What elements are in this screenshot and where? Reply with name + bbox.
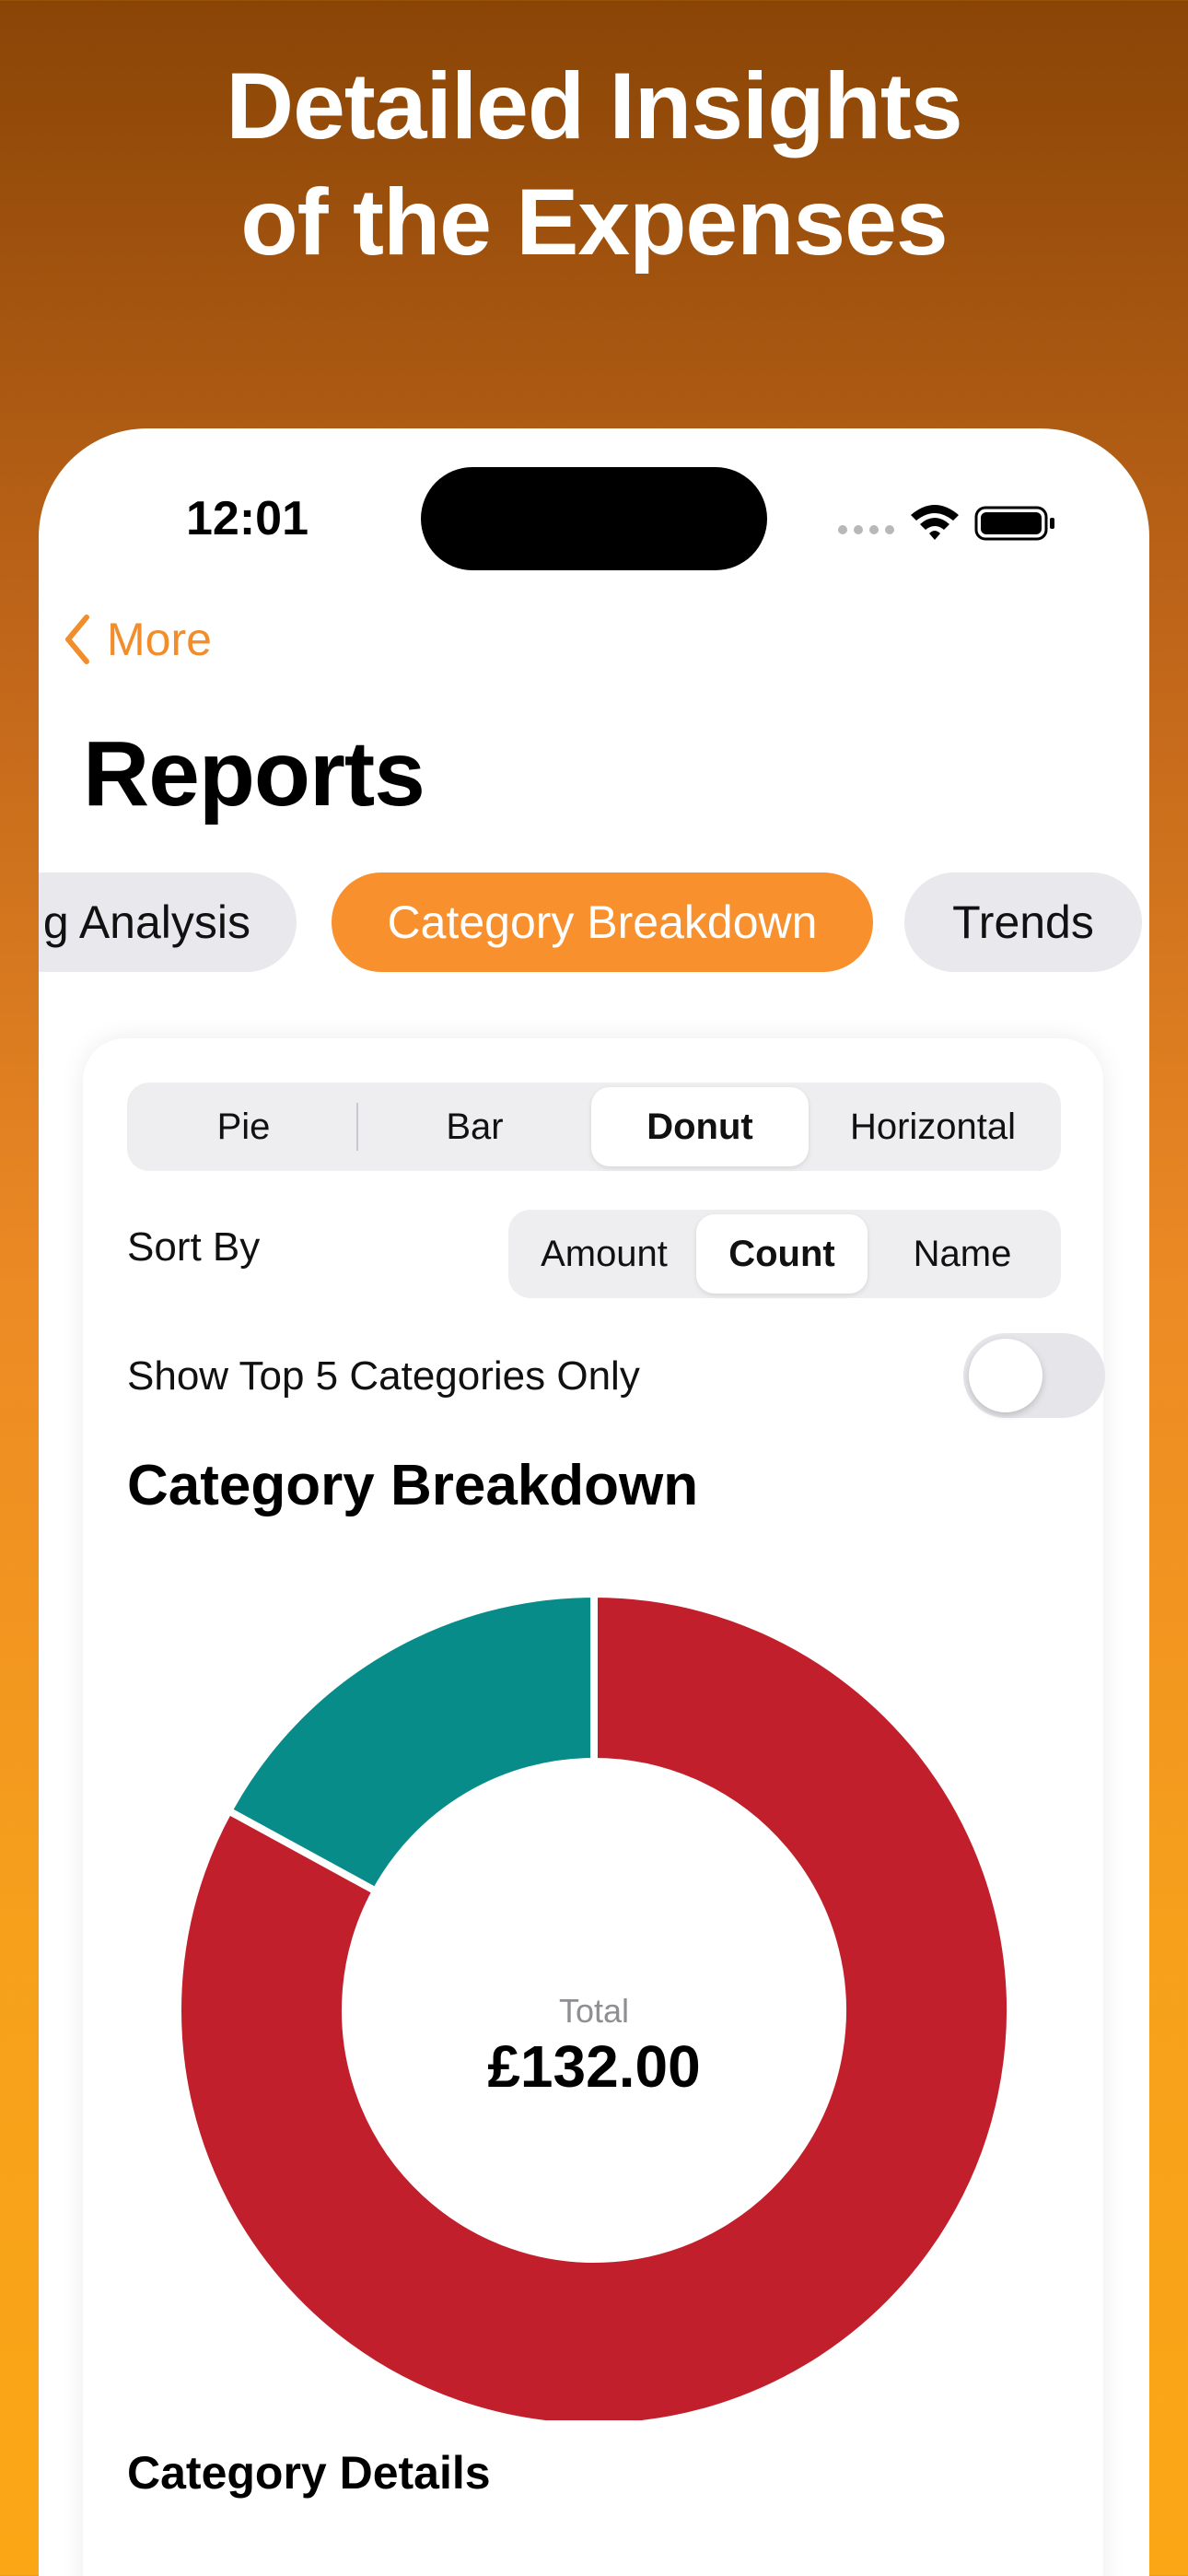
segment-label: Count [728, 1233, 835, 1274]
tab-label: Category Breakdown [387, 896, 818, 948]
status-icons [838, 505, 1054, 541]
chart-card: Pie Bar Donut Horizontal Sort By Amount … [83, 1038, 1105, 2576]
sort-name[interactable]: Name [868, 1214, 1057, 1294]
sort-count[interactable]: Count [696, 1214, 868, 1294]
battery-icon [974, 506, 1054, 541]
page-title: Reports [83, 722, 425, 825]
tab-label: g Analysis [42, 896, 250, 948]
category-details-title: Category Details [127, 2447, 491, 2499]
toggle-knob [969, 1339, 1042, 1412]
segment-label: Donut [646, 1106, 753, 1147]
top5-toggle[interactable] [963, 1333, 1105, 1418]
sort-picker: Amount Count Name [508, 1210, 1061, 1298]
promo-headline: Detailed Insights of the Expenses [0, 48, 1188, 280]
tab-category-breakdown[interactable]: Category Breakdown [332, 872, 873, 972]
segment-label: Pie [216, 1106, 271, 1147]
segment-label: Bar [446, 1106, 504, 1147]
chevron-left-icon [65, 615, 89, 664]
segment-donut[interactable]: Donut [591, 1087, 809, 1166]
back-button[interactable]: More [63, 613, 212, 666]
status-time: 12:01 [186, 492, 309, 545]
center-label: Total [559, 1992, 629, 2030]
promo-headline-line2: of the Expenses [240, 170, 948, 275]
segment-label: Name [913, 1233, 1012, 1274]
segment-label: Amount [541, 1233, 668, 1274]
tab-spending-analysis[interactable]: g Analysis [39, 872, 297, 972]
tab-label: Trends [952, 896, 1094, 948]
chart-type-picker: Pie Bar Donut Horizontal [127, 1083, 1061, 1171]
section-title: Category Breakdown [127, 1454, 699, 1517]
signal-dots-icon [838, 525, 894, 534]
center-value: £132.00 [487, 2033, 700, 2100]
phone-screen: 12:01 More Reports g Analysis Category B… [39, 428, 1149, 2576]
top5-label: Show Top 5 Categories Only [127, 1353, 640, 1399]
segment-bar[interactable]: Bar [358, 1087, 591, 1166]
back-label: More [107, 614, 212, 665]
segment-pie[interactable]: Pie [131, 1087, 356, 1166]
tab-trends[interactable]: Trends [904, 872, 1142, 972]
dynamic-island [421, 467, 767, 570]
sort-label: Sort By [127, 1224, 261, 1270]
donut-chart: Total £132.00 [174, 1589, 1014, 2420]
segment-horizontal[interactable]: Horizontal [809, 1087, 1057, 1166]
wifi-icon [911, 505, 959, 540]
sort-amount[interactable]: Amount [512, 1214, 696, 1294]
promo-headline-line1: Detailed Insights [226, 53, 962, 158]
segment-label: Horizontal [849, 1106, 1017, 1147]
